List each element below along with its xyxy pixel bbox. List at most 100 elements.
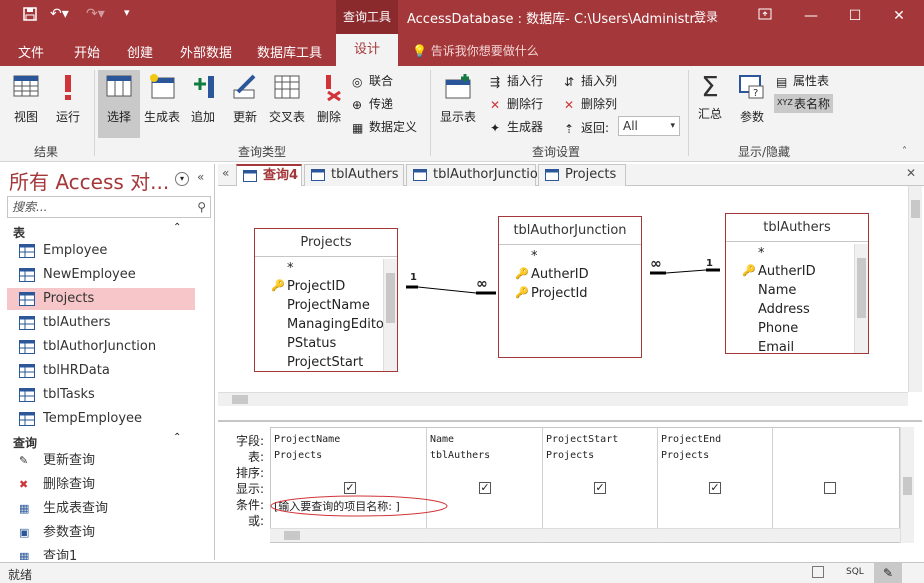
make-table-button[interactable]: 生成表: [142, 72, 182, 140]
grid-show-checkbox[interactable]: ✓: [344, 482, 356, 494]
field-list-title[interactable]: tblAuthorJunction: [499, 217, 641, 245]
view-button[interactable]: 视图: [4, 72, 48, 140]
field-item[interactable]: ProjectId: [531, 286, 588, 301]
field-item[interactable]: ProjectID: [287, 279, 345, 294]
column-divider[interactable]: [772, 427, 773, 543]
insert-columns-button[interactable]: ⇵插入列: [564, 72, 617, 89]
builder-button[interactable]: ✦生成器: [490, 118, 543, 135]
insert-rows-button[interactable]: ⇶插入行: [490, 72, 543, 89]
field-item[interactable]: PStatus: [287, 336, 336, 351]
datasheet-view-toggle-icon[interactable]: [812, 566, 824, 578]
field-list-scrollbar[interactable]: [854, 244, 868, 353]
customize-qat-icon[interactable]: ▾: [124, 6, 130, 19]
nav-table-item[interactable]: tblAuthers: [7, 312, 195, 334]
minimize-button[interactable]: —: [796, 4, 826, 28]
column-divider[interactable]: [542, 427, 543, 543]
delete-query-button[interactable]: 删除: [312, 72, 346, 140]
field-item[interactable]: *: [531, 249, 538, 264]
table-names-button[interactable]: XYZ表名称: [774, 94, 833, 113]
field-item[interactable]: Email: [758, 340, 794, 354]
collapse-tables-icon[interactable]: ⌃: [173, 222, 181, 233]
field-item[interactable]: Phone: [758, 321, 798, 336]
tell-me-box[interactable]: 💡 告诉我你想要做什么: [412, 42, 539, 59]
show-table-button[interactable]: 显示表: [436, 72, 480, 140]
design-view-toggle-icon[interactable]: ✎: [874, 563, 902, 583]
grid-show-checkbox[interactable]: ✓: [709, 482, 721, 494]
nav-table-item[interactable]: TempEmployee: [7, 408, 195, 430]
field-item[interactable]: Address: [758, 302, 810, 317]
field-item[interactable]: ProjectStart: [287, 355, 363, 371]
totals-button[interactable]: Σ 汇总: [692, 72, 728, 140]
tab-scroll-icon[interactable]: «: [222, 166, 229, 180]
data-definition-button[interactable]: ▦数据定义: [352, 118, 417, 135]
crosstab-button[interactable]: 交叉表: [266, 72, 308, 140]
grid-show-checkbox[interactable]: [824, 482, 836, 494]
redo-icon[interactable]: ↷▾: [86, 6, 105, 22]
field-list-projects[interactable]: Projects * 🔑 ProjectID ProjectName Manag…: [254, 228, 398, 372]
tab-design[interactable]: 设计: [336, 34, 398, 66]
append-button[interactable]: 追加: [186, 72, 220, 140]
login-link[interactable]: 登录: [694, 8, 718, 25]
nav-table-item[interactable]: tblHRData: [7, 360, 195, 382]
return-select[interactable]: All▾: [618, 116, 680, 136]
field-item[interactable]: ProjectName: [287, 298, 370, 313]
doc-tab-projects[interactable]: Projects: [538, 164, 626, 186]
field-item[interactable]: *: [287, 261, 294, 276]
update-button[interactable]: 更新: [228, 72, 262, 140]
scrollbar-thumb[interactable]: [284, 531, 300, 540]
grid-table-cell[interactable]: Projects: [661, 450, 709, 461]
passthrough-button[interactable]: ⊕传递: [352, 95, 393, 112]
diagram-horizontal-scrollbar[interactable]: [218, 392, 908, 406]
restore-button[interactable]: ☐: [840, 4, 870, 28]
undo-icon[interactable]: ↶▾: [50, 6, 69, 22]
scrollbar-thumb[interactable]: [232, 395, 248, 404]
doc-tab-tblauthorjunction[interactable]: tblAuthorJunction: [406, 164, 536, 186]
collapse-queries-icon[interactable]: ⌃: [173, 432, 181, 443]
grid-table-cell[interactable]: Projects: [546, 450, 594, 461]
nav-query-item[interactable]: ▦查询1: [7, 546, 195, 560]
field-item[interactable]: *: [758, 246, 765, 261]
tab-home[interactable]: 开始: [74, 42, 100, 61]
union-button[interactable]: ◎联合: [352, 72, 393, 89]
delete-rows-button[interactable]: ✕删除行: [490, 95, 543, 112]
field-list-title[interactable]: tblAuthers: [726, 214, 868, 242]
collapse-ribbon-icon[interactable]: ˄: [902, 146, 907, 157]
field-item[interactable]: ManagingEditor: [287, 317, 389, 332]
scrollbar-thumb[interactable]: [386, 273, 395, 323]
tab-database-tools[interactable]: 数据库工具: [257, 42, 322, 61]
grid-table-cell[interactable]: Projects: [274, 450, 322, 461]
nav-table-item[interactable]: tblAuthorJunction: [7, 336, 195, 358]
scrollbar-thumb[interactable]: [857, 258, 866, 318]
nav-query-item[interactable]: ▣参数查询: [7, 522, 195, 544]
tab-file[interactable]: 文件: [18, 42, 44, 61]
tab-external-data[interactable]: 外部数据: [180, 42, 232, 61]
doc-tab-query4[interactable]: 查询4: [236, 164, 302, 186]
run-button[interactable]: 运行: [50, 72, 86, 140]
grid-show-checkbox[interactable]: ✓: [479, 482, 491, 494]
nav-table-item[interactable]: NewEmployee: [7, 264, 195, 286]
close-tab-icon[interactable]: ✕: [906, 166, 916, 180]
scrollbar-thumb[interactable]: [903, 477, 912, 495]
doc-tab-tblauthers[interactable]: tblAuthers: [304, 164, 404, 186]
grid-vertical-scrollbar[interactable]: [900, 427, 914, 543]
nav-table-item[interactable]: Employee: [7, 240, 195, 262]
nav-title[interactable]: 所有 Access 对...: [9, 166, 169, 195]
field-item[interactable]: AutherID: [758, 264, 816, 279]
field-item[interactable]: AutherID: [531, 267, 589, 282]
grid-show-checkbox[interactable]: ✓: [594, 482, 606, 494]
field-list-title[interactable]: Projects: [255, 229, 397, 257]
tables-header[interactable]: 表: [13, 224, 25, 241]
nav-search-input[interactable]: 搜索...⚲: [7, 196, 211, 218]
delete-columns-button[interactable]: ✕删除列: [564, 95, 617, 112]
grid-field-cell[interactable]: Name: [430, 434, 454, 445]
field-list-scrollbar[interactable]: [383, 259, 397, 371]
diagram-vertical-scrollbar[interactable]: [908, 186, 922, 392]
ribbon-display-icon[interactable]: [750, 4, 780, 28]
nav-table-item-selected[interactable]: Projects: [7, 288, 195, 310]
property-sheet-button[interactable]: ▤属性表: [776, 72, 829, 89]
sql-view-toggle[interactable]: SQL: [846, 567, 864, 577]
column-divider[interactable]: [657, 427, 658, 543]
select-query-button[interactable]: 选择: [98, 70, 140, 138]
field-item[interactable]: Name: [758, 283, 796, 298]
save-icon[interactable]: [22, 6, 38, 26]
